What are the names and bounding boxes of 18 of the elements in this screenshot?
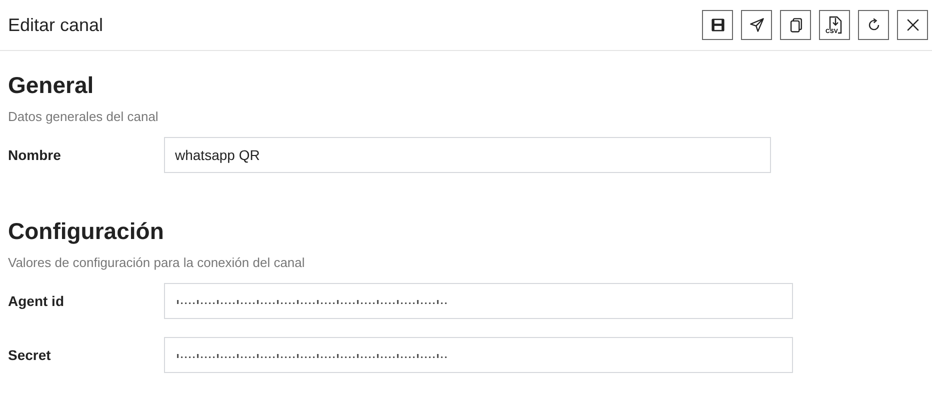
section-description: Datos generales del canal <box>8 109 160 125</box>
field-label: Secret <box>8 347 52 363</box>
input-field[interactable] <box>164 283 793 319</box>
page-title: Editar canal <box>8 14 104 36</box>
field-label: Nombre <box>8 147 62 163</box>
send-button[interactable] <box>741 10 772 40</box>
input-field[interactable]: whatsapp QR <box>164 137 771 173</box>
section-description: Valores de configuración para la conexión del canal <box>8 255 306 271</box>
paper-plane-icon <box>748 16 766 34</box>
input-field[interactable] <box>164 337 793 373</box>
close-button[interactable] <box>897 10 928 40</box>
copy-button[interactable] <box>780 10 811 40</box>
section-heading: General <box>8 71 95 99</box>
save-button[interactable] <box>702 10 733 40</box>
section-heading: Configuración <box>8 217 165 245</box>
refresh-button[interactable] <box>858 10 889 40</box>
field-label: Agent id <box>8 293 65 309</box>
save-icon <box>708 16 726 34</box>
